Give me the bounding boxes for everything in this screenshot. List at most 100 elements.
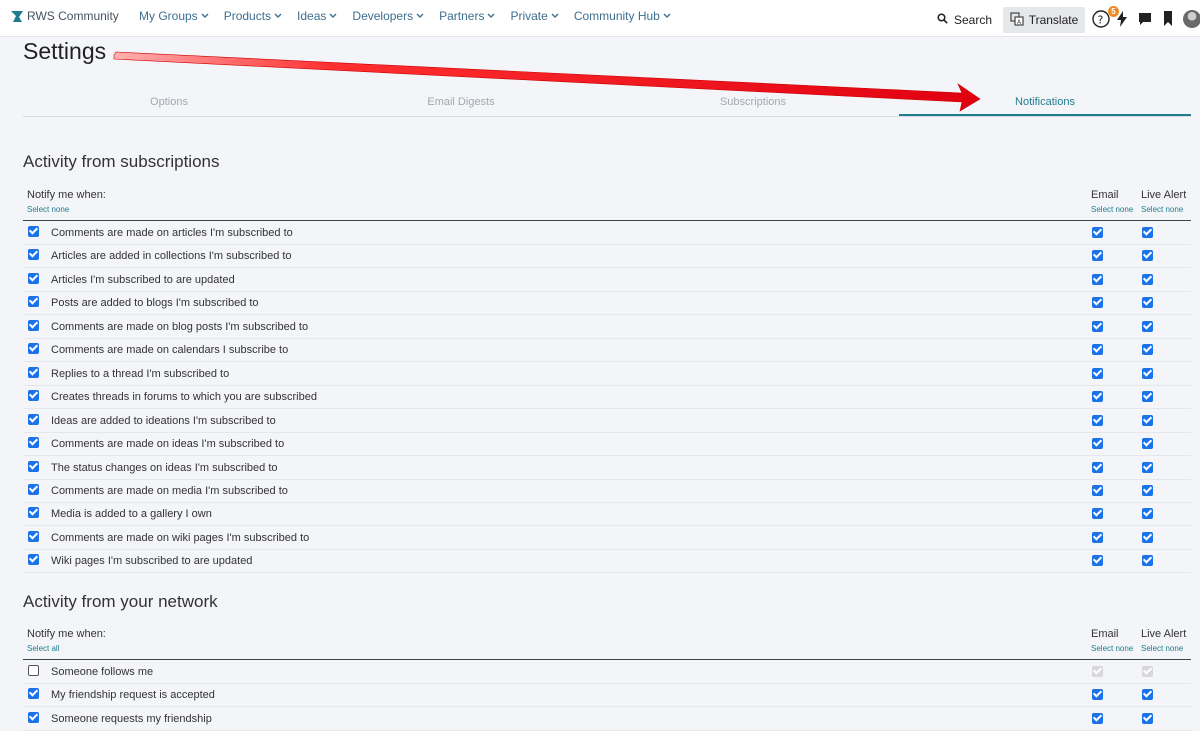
row-checkbox[interactable] xyxy=(28,319,39,331)
email-select-none-link[interactable]: Select none xyxy=(1091,205,1133,214)
nav-item-developers[interactable]: Developers xyxy=(352,9,424,23)
translate-icon: A xyxy=(1010,11,1024,29)
email-checkbox[interactable] xyxy=(1092,414,1103,426)
live-alert-checkbox[interactable] xyxy=(1142,531,1153,543)
nav-item-private[interactable]: Private xyxy=(510,9,559,23)
email-checkbox[interactable] xyxy=(1092,273,1103,285)
nav-item-community-hub[interactable]: Community Hub xyxy=(574,9,671,23)
rws-logo-icon xyxy=(10,10,24,23)
email-checkbox[interactable] xyxy=(1092,484,1103,496)
table-row: Comments are made on wiki pages I'm subs… xyxy=(23,526,1191,550)
avatar[interactable] xyxy=(1183,10,1200,28)
row-checkbox[interactable] xyxy=(28,665,39,676)
email-checkbox[interactable] xyxy=(1092,297,1103,309)
row-checkbox[interactable] xyxy=(28,688,39,700)
row-label: Replies to a thread I'm subscribed to xyxy=(51,367,230,380)
live-alert-checkbox[interactable] xyxy=(1142,555,1153,567)
row-checkbox[interactable] xyxy=(28,343,39,355)
email-checkbox[interactable] xyxy=(1092,712,1103,724)
email-checkbox[interactable] xyxy=(1092,250,1103,262)
live-alert-checkbox[interactable] xyxy=(1142,414,1153,426)
row-label: Comments are made on calendars I subscri… xyxy=(51,344,289,357)
nav-item-ideas[interactable]: Ideas xyxy=(297,9,337,23)
live-alert-checkbox[interactable] xyxy=(1142,297,1153,309)
live-alert-checkbox xyxy=(1142,666,1153,677)
live-alert-checkbox[interactable] xyxy=(1142,461,1153,473)
row-checkbox[interactable] xyxy=(28,437,39,449)
live-alert-select-none-link[interactable]: Select none xyxy=(1141,644,1183,653)
row-checkbox[interactable] xyxy=(28,554,39,566)
chat-icon[interactable] xyxy=(1138,12,1152,31)
search-button[interactable]: Search xyxy=(937,13,992,27)
tab-notifications[interactable]: Notifications xyxy=(899,96,1191,116)
row-checkbox[interactable] xyxy=(28,460,39,472)
email-checkbox[interactable] xyxy=(1092,227,1103,238)
email-checkbox[interactable] xyxy=(1092,508,1103,520)
email-checkbox[interactable] xyxy=(1092,461,1103,473)
table-row: My friendship request is accepted xyxy=(23,683,1191,708)
select-all-link[interactable]: Select all xyxy=(27,644,59,653)
translate-button[interactable]: A Translate xyxy=(1003,7,1085,33)
select-none-link[interactable]: Select none xyxy=(27,205,69,214)
live-alert-checkbox[interactable] xyxy=(1142,438,1153,450)
row-checkbox[interactable] xyxy=(28,483,39,495)
email-checkbox[interactable] xyxy=(1092,367,1103,379)
live-alert-checkbox[interactable] xyxy=(1142,484,1153,496)
notify-me-when-label: Notify me when: xyxy=(27,628,106,640)
email-checkbox[interactable] xyxy=(1092,531,1103,543)
nav-item-label: My Groups xyxy=(139,9,198,23)
table-row: Articles I'm subscribed to are updated xyxy=(23,268,1191,292)
live-alert-checkbox[interactable] xyxy=(1142,344,1153,356)
email-checkbox[interactable] xyxy=(1092,320,1103,332)
row-checkbox[interactable] xyxy=(28,507,39,519)
row-checkbox[interactable] xyxy=(28,530,39,542)
email-checkbox[interactable] xyxy=(1092,555,1103,567)
email-checkbox[interactable] xyxy=(1092,689,1103,701)
tab-subscriptions[interactable]: Subscriptions xyxy=(607,96,899,115)
lightning-icon[interactable] xyxy=(1117,11,1127,32)
nav-item-my-groups[interactable]: My Groups xyxy=(139,9,209,23)
tab-options[interactable]: Options xyxy=(23,96,315,115)
row-checkbox[interactable] xyxy=(28,296,39,308)
bookmark-icon[interactable] xyxy=(1163,11,1173,31)
email-checkbox[interactable] xyxy=(1092,391,1103,403)
nav-item-partners[interactable]: Partners xyxy=(439,9,495,23)
live-alert-checkbox[interactable] xyxy=(1142,273,1153,285)
email-checkbox[interactable] xyxy=(1092,344,1103,356)
nav-item-label: Partners xyxy=(439,9,485,23)
table-row: Creates threads in forums to which you a… xyxy=(23,385,1191,410)
email-select-none-link[interactable]: Select none xyxy=(1091,644,1133,653)
email-checkbox[interactable] xyxy=(1092,438,1103,450)
live-alert-checkbox[interactable] xyxy=(1142,250,1153,262)
row-label: Creates threads in forums to which you a… xyxy=(51,391,317,404)
row-checkbox[interactable] xyxy=(28,390,39,402)
row-checkbox[interactable] xyxy=(28,366,39,378)
row-checkbox[interactable] xyxy=(28,249,39,261)
tab-email-digests[interactable]: Email Digests xyxy=(315,96,607,115)
search-icon xyxy=(937,13,948,27)
table-row: Comments are made on calendars I subscri… xyxy=(23,338,1191,363)
table-row: The status changes on ideas I'm subscrib… xyxy=(23,456,1191,480)
row-label: Posts are added to blogs I'm subscribed … xyxy=(51,297,259,310)
top-navigation: RWS Community My Groups Products Ideas Deve… xyxy=(0,0,1200,37)
nav-item-products[interactable]: Products xyxy=(224,9,282,23)
site-logo[interactable]: RWS Community xyxy=(10,7,119,25)
live-alert-checkbox[interactable] xyxy=(1142,367,1153,379)
chevron-down-icon xyxy=(487,13,495,19)
table-row: Media is added to a gallery I own xyxy=(23,502,1191,527)
live-alert-checkbox[interactable] xyxy=(1142,227,1153,238)
live-alert-checkbox[interactable] xyxy=(1142,508,1153,520)
row-checkbox[interactable] xyxy=(28,413,39,425)
table-row: Wiki pages I'm subscribed to are updated xyxy=(23,549,1191,574)
live-alert-checkbox[interactable] xyxy=(1142,391,1153,403)
row-label: Articles are added in collections I'm su… xyxy=(51,250,292,263)
row-checkbox[interactable] xyxy=(28,272,39,284)
live-alert-select-none-link[interactable]: Select none xyxy=(1141,205,1183,214)
live-alert-checkbox[interactable] xyxy=(1142,320,1153,332)
row-checkbox[interactable] xyxy=(28,226,39,237)
live-alert-checkbox[interactable] xyxy=(1142,712,1153,724)
live-alert-checkbox[interactable] xyxy=(1142,689,1153,701)
row-checkbox[interactable] xyxy=(28,711,39,723)
help-icon[interactable]: ? xyxy=(1092,10,1110,33)
chevron-down-icon xyxy=(329,13,337,19)
